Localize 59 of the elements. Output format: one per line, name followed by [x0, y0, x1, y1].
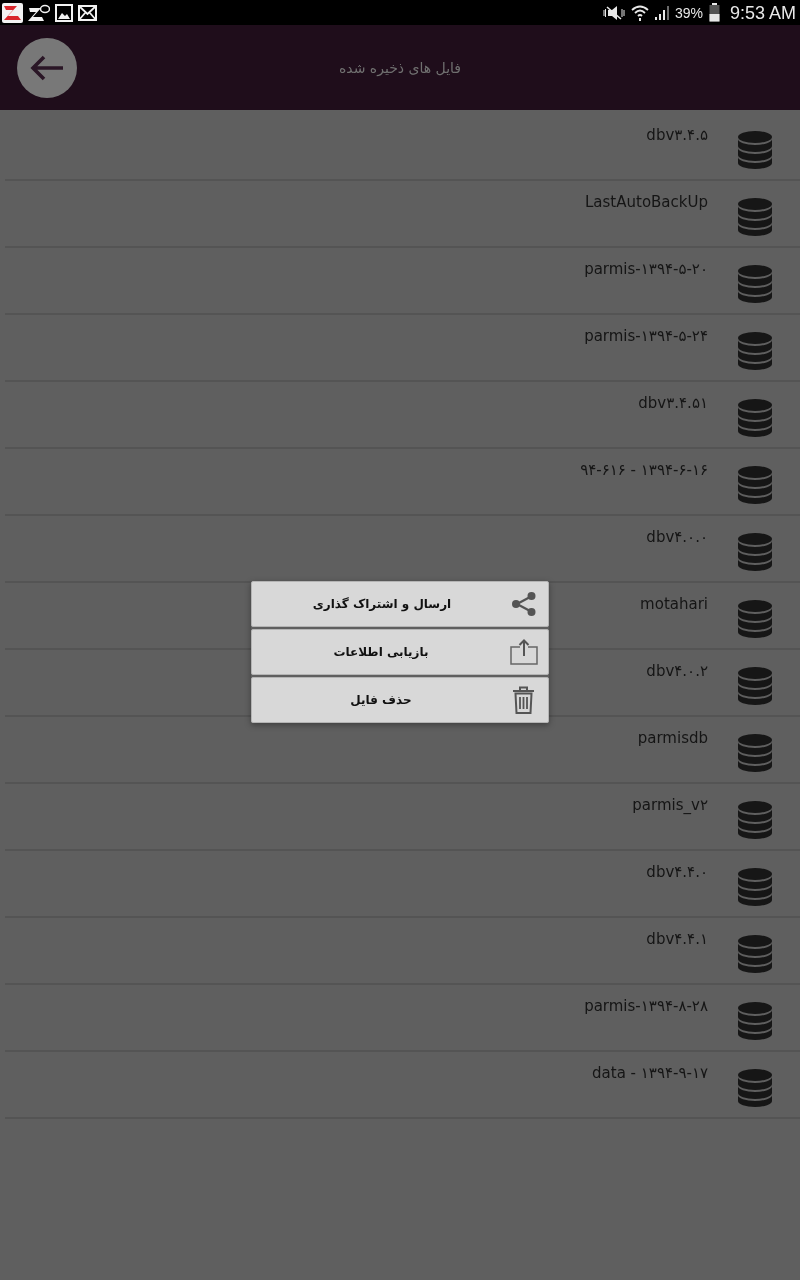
database-icon	[738, 131, 772, 169]
database-icon	[738, 265, 772, 303]
database-icon	[738, 868, 772, 906]
file-name: ۹۴-۶۱۶ - ۱۳۹۴-۶-۱۶	[580, 461, 708, 479]
database-icon	[738, 198, 772, 236]
mail-icon	[78, 4, 97, 21]
file-list-item[interactable]: dbv۳.۴.۵۱	[5, 382, 800, 449]
file-list-item[interactable]: data - ۱۳۹۴-۹-۱۷	[5, 1052, 800, 1119]
file-list-item[interactable]: parmis-۱۳۹۴-۵-۲۴	[5, 315, 800, 382]
signal-icon	[654, 5, 669, 20]
database-icon	[738, 466, 772, 504]
file-name: parmisdb	[637, 729, 708, 747]
trash-icon	[512, 686, 535, 714]
share-icon	[512, 592, 536, 616]
battery-percent: 39%	[674, 5, 703, 20]
file-name: parmis-۱۳۹۴-۵-۲۴	[584, 327, 708, 345]
app-tile-icon	[2, 2, 23, 23]
database-icon	[738, 734, 772, 772]
file-list-item[interactable]: parmis-۱۳۹۴-۵-۲۰	[5, 248, 800, 315]
file-name: dbv۴.۰.۲	[646, 662, 708, 680]
clock-time: 9:53 AM	[729, 3, 796, 22]
upload-box-icon	[510, 639, 538, 665]
file-name: dbv۴.۴.۰	[646, 863, 708, 881]
file-name: dbv۴.۴.۱	[646, 930, 708, 948]
file-name: dbv۴.۰.۰	[646, 528, 708, 546]
file-name: parmis-۱۳۹۴-۵-۲۰	[584, 260, 708, 278]
database-icon	[738, 533, 772, 571]
picture-icon	[55, 3, 73, 22]
wifi-icon	[630, 4, 649, 21]
file-name: data - ۱۳۹۴-۹-۱۷	[592, 1064, 708, 1082]
file-name: parmis_v۲	[632, 796, 708, 814]
file-name: LastAutoBackUp	[585, 193, 708, 211]
database-icon	[738, 332, 772, 370]
database-icon	[738, 1002, 772, 1040]
database-icon	[738, 600, 772, 638]
database-icon	[738, 935, 772, 973]
database-icon	[738, 667, 772, 705]
file-name: dbv۳.۴.۵	[646, 126, 708, 144]
file-name: motahari	[640, 595, 708, 613]
back-arrow-icon	[30, 54, 64, 81]
file-list-item[interactable]: ۹۴-۶۱۶ - ۱۳۹۴-۶-۱۶	[5, 449, 800, 516]
file-list-item[interactable]: dbv۴.۴.۱	[5, 918, 800, 985]
database-icon	[738, 399, 772, 437]
file-list-item[interactable]: parmis-۱۳۹۴-۸-۲۸	[5, 985, 800, 1052]
muted-speaker-icon	[602, 4, 625, 21]
file-list-item[interactable]: parmis_v۲	[5, 784, 800, 851]
bolt-bubble-icon	[28, 3, 50, 22]
screen-title: فایل های ذخیره شده	[339, 59, 461, 76]
menu-item[interactable]: حذف فایل	[251, 677, 549, 723]
file-list-item[interactable]: dbv۳.۴.۵	[5, 114, 800, 181]
file-list-item[interactable]: LastAutoBackUp	[5, 181, 800, 248]
menu-item[interactable]: ارسال و اشتراک گذاری	[251, 581, 549, 627]
database-icon	[738, 1069, 772, 1107]
file-name: dbv۳.۴.۵۱	[638, 394, 708, 412]
menu-item[interactable]: بازیابی اطلاعات	[251, 629, 549, 675]
battery-icon	[708, 3, 720, 22]
file-list-item[interactable]: dbv۴.۴.۰	[5, 851, 800, 918]
file-name: parmis-۱۳۹۴-۸-۲۸	[584, 997, 708, 1015]
database-icon	[738, 801, 772, 839]
